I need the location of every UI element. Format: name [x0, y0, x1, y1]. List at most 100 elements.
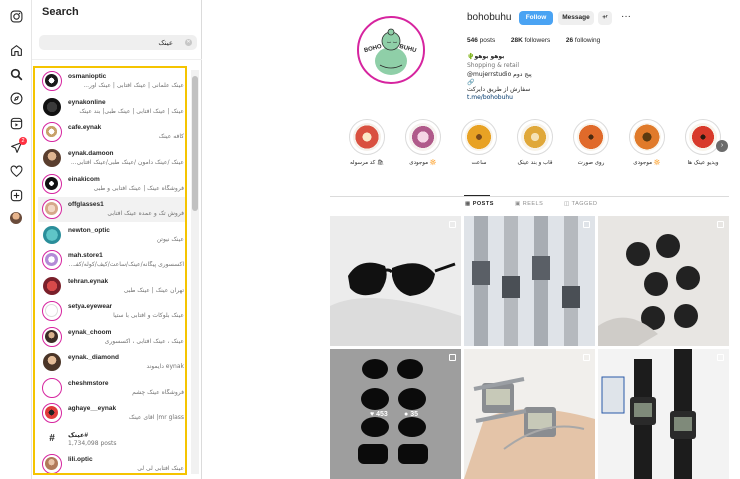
add-user-icon: +ʳ [602, 14, 608, 21]
comments-count: 35 [410, 411, 418, 418]
post-tile[interactable] [464, 216, 595, 346]
following-label[interactable]: following [575, 37, 600, 44]
followers-label[interactable]: followers [525, 37, 551, 44]
result-item[interactable]: einakicom فروشگاه عینک | عینک آفتابی و ط… [38, 172, 185, 197]
result-item[interactable]: mah.store1 اکسسوری پیگانه/عینک/ساعت/کیف/… [38, 248, 185, 273]
result-username: setya.eyewear [68, 303, 113, 310]
result-item[interactable]: eynakonline عینک | عینک آفتابی | عینک طب… [38, 95, 185, 120]
highlight-item[interactable]: قاب و بند عینک [516, 119, 554, 166]
watches-photo [464, 216, 595, 346]
suggest-user-button[interactable]: +ʳ [598, 11, 612, 25]
result-item[interactable]: setya.eyewear عینک بلوکات و آفتابی با ست… [38, 299, 185, 324]
avatar [42, 225, 62, 245]
result-username: mah.store1 [68, 252, 103, 259]
post-tile[interactable]: ♥ 453 ● 35 [330, 349, 461, 479]
messages-icon[interactable]: 2 [9, 137, 27, 154]
result-subtitle: عینک ، عینک آفتابی ، اکسسوری [104, 338, 184, 345]
post-hover-overlay [330, 349, 461, 479]
flower-icon [577, 123, 605, 151]
highlight-item[interactable]: روی صورت [572, 119, 610, 166]
result-subtitle: فروش تک و عمده عینک آفتابی [107, 210, 184, 217]
bio-category: Shopping & retail [467, 62, 520, 69]
highlight-item[interactable]: 🔆 موجودی [628, 119, 666, 166]
post-tile[interactable] [464, 349, 595, 479]
highlight-item[interactable]: 🔆 موجودی [404, 119, 442, 166]
home-icon[interactable] [9, 43, 23, 57]
result-username: offglasses1 [68, 201, 104, 208]
tab-tagged[interactable]: ◫ TAGGED [564, 201, 597, 207]
avatar [42, 97, 62, 117]
result-item[interactable]: lili.optic عینک آفتابی لی لی [38, 452, 185, 473]
result-username: einakicom [68, 176, 100, 183]
search-panel: Search ✕ osmanioptic عینک علمانی | عینک … [32, 0, 202, 479]
profile-stats: 546 posts 28K followers 26 following [467, 37, 600, 44]
followers-count[interactable]: 28K [511, 37, 523, 44]
search-box[interactable]: ✕ [39, 35, 197, 50]
result-item[interactable]: aghaye__eynak mr glass| آقای عینک [38, 401, 185, 426]
result-subtitle: عینک /عینک دامون /عینک طبی/عینک آفتابی..… [70, 159, 184, 166]
highlight-item[interactable]: ساعت [460, 119, 498, 166]
bio-link[interactable]: t.me/bohobuhu [467, 94, 513, 101]
result-username: eynak_choom [68, 329, 112, 336]
result-item[interactable]: newton_optic عینک نیوتن [38, 223, 185, 248]
result-subtitle: کافه عینک [158, 133, 184, 140]
avatar [42, 378, 62, 398]
nav-rail: 2 [0, 0, 32, 479]
result-item[interactable]: eynak._diamond eynak دایموند [38, 350, 185, 375]
avatar [42, 199, 62, 219]
post-tile[interactable] [330, 216, 461, 346]
results-scrollbar[interactable] [191, 70, 199, 474]
search-icon[interactable] [9, 67, 23, 81]
highlight-item[interactable]: 🛍 کد مرسوله [348, 119, 386, 166]
notifications-icon[interactable] [9, 164, 23, 178]
highlight-label: ساعت [471, 160, 487, 166]
result-item[interactable]: cheshmstore فروشگاه عینک چشم [38, 376, 185, 401]
flower-icon [465, 123, 493, 151]
result-subtitle: eynak دایموند [146, 363, 184, 370]
search-input[interactable] [39, 35, 179, 50]
result-item[interactable]: tehran.eynak تهران عینک | عینک طبی [38, 274, 185, 299]
following-count[interactable]: 26 [566, 37, 573, 44]
clear-search-icon[interactable]: ✕ [185, 39, 192, 46]
more-options-icon[interactable]: ··· [620, 11, 632, 25]
result-item[interactable]: offglasses1 فروش تک و عمده عینک آفتابی [38, 197, 185, 222]
scrollbar-thumb[interactable] [192, 76, 198, 211]
multiple-photos-icon [449, 221, 456, 228]
round-sunglasses-photo [598, 216, 729, 346]
multiple-photos-icon [583, 221, 590, 228]
message-button[interactable]: Message [558, 11, 594, 25]
explore-icon[interactable] [9, 91, 23, 105]
post-tile[interactable] [598, 216, 729, 346]
avatar [42, 276, 62, 296]
result-item[interactable]: eynak_choom عینک ، عینک آفتابی ، اکسسوری [38, 325, 185, 350]
instagram-icon[interactable] [9, 9, 23, 23]
result-item-hashtag[interactable]: # #عینک 1,734,098 posts [38, 427, 185, 452]
result-username: osmanioptic [68, 73, 107, 80]
follow-button[interactable]: Follow [519, 11, 553, 25]
highlight-label: 🔆 موجودی [409, 160, 437, 166]
result-username: tehran.eynak [68, 278, 109, 285]
result-username: eynakonline [68, 99, 106, 106]
avatar [42, 352, 62, 372]
profile-avatar[interactable] [9, 211, 23, 225]
highlights-next-icon[interactable]: › [716, 140, 728, 152]
result-item[interactable]: eynak.damoon عینک /عینک دامون /عینک طبی/… [38, 146, 185, 171]
result-username: aghaye__eynak [68, 405, 117, 412]
result-subtitle: فروشگاه عینک چشم [132, 389, 184, 396]
create-icon[interactable] [9, 188, 23, 202]
result-subtitle: عینک نیوتن [156, 236, 184, 243]
reels-icon[interactable] [9, 116, 23, 130]
tab-reels[interactable]: ▣ REELS [515, 201, 543, 207]
profile-avatar-large[interactable]: BOHO BUHU [357, 16, 425, 84]
result-subtitle: mr glass| آقای عینک [128, 414, 184, 421]
highlight-label: 🛍 کد مرسوله [349, 160, 385, 166]
multiple-photos-icon [449, 354, 456, 361]
post-tile[interactable] [598, 349, 729, 479]
result-item[interactable]: cafe.eynak کافه عینک [38, 120, 185, 145]
search-results: osmanioptic عینک علمانی | عینک آفتابی | … [33, 66, 187, 475]
multiple-photos-icon [717, 354, 724, 361]
tab-posts[interactable]: ▦ POSTS [465, 201, 494, 207]
comments-stat: ● 35 [404, 411, 418, 418]
multiple-photos-icon [583, 354, 590, 361]
result-item[interactable]: osmanioptic عینک علمانی | عینک آفتابی | … [38, 69, 185, 94]
